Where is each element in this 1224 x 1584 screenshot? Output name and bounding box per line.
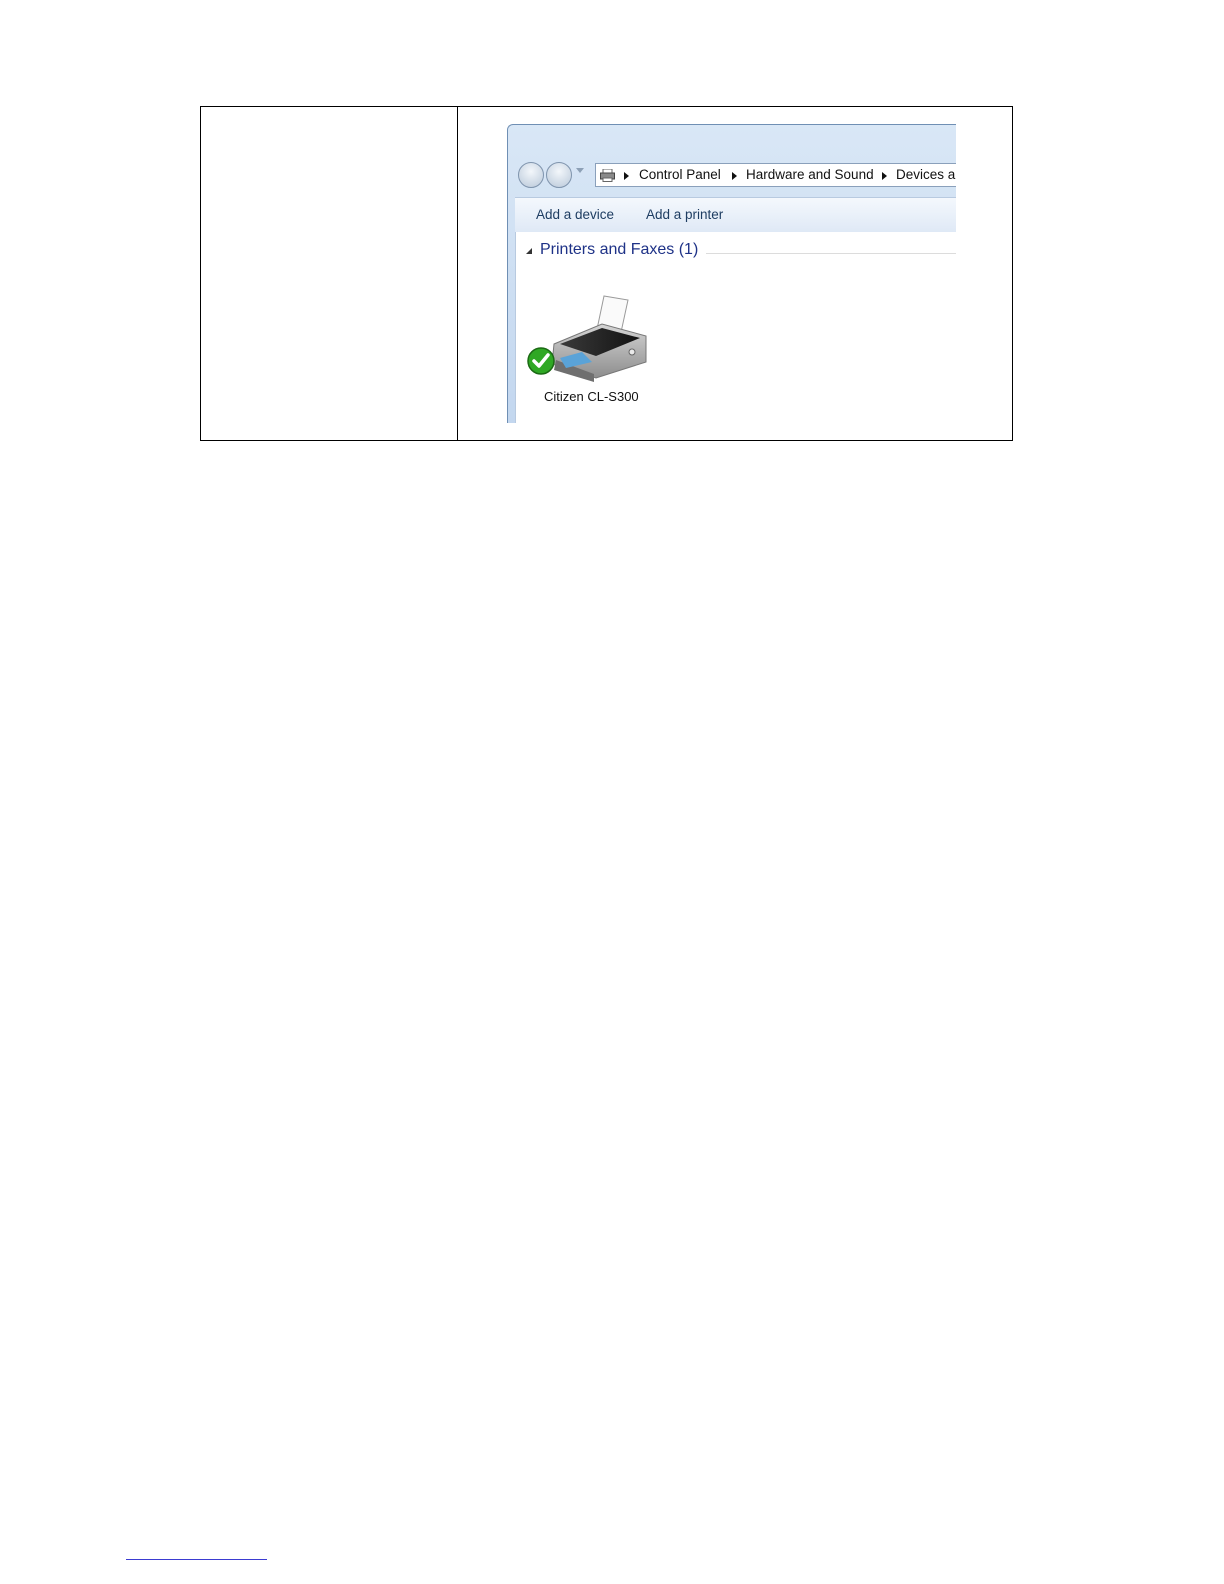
address-bar[interactable]: Control Panel Hardware and Sound Devices… bbox=[595, 163, 956, 187]
group-divider bbox=[706, 253, 956, 254]
device-tile[interactable]: Citizen CL-S300 bbox=[527, 292, 666, 422]
device-name[interactable]: Citizen CL-S300 bbox=[544, 389, 639, 404]
default-check-icon bbox=[527, 347, 555, 375]
breadcrumb-hardware-and-sound[interactable]: Hardware and Sound bbox=[746, 167, 874, 182]
back-button[interactable] bbox=[518, 162, 544, 188]
printer-folder-icon bbox=[600, 169, 615, 182]
table-cell-divider bbox=[457, 107, 458, 440]
breadcrumb-separator-icon[interactable] bbox=[882, 172, 887, 180]
screenshot-devices-and-printers: Control Panel Hardware and Sound Devices… bbox=[507, 124, 956, 423]
devices-content-pane: Printers and Faxes (1) Citizen CL-S300 bbox=[515, 232, 956, 423]
footnote-separator bbox=[126, 1559, 267, 1560]
recent-pages-icon[interactable] bbox=[576, 168, 584, 173]
forward-button[interactable] bbox=[546, 162, 572, 188]
explorer-window: Control Panel Hardware and Sound Devices… bbox=[507, 124, 956, 423]
collapse-group-icon[interactable] bbox=[526, 248, 532, 254]
group-title[interactable]: Printers and Faxes (1) bbox=[540, 241, 698, 259]
document-table: Control Panel Hardware and Sound Devices… bbox=[200, 106, 1013, 441]
breadcrumb-control-panel[interactable]: Control Panel bbox=[639, 167, 721, 182]
add-printer-button[interactable]: Add a printer bbox=[646, 207, 723, 222]
breadcrumb-separator-icon[interactable] bbox=[624, 172, 629, 180]
breadcrumb-separator-icon[interactable] bbox=[732, 172, 737, 180]
add-device-button[interactable]: Add a device bbox=[536, 207, 614, 222]
command-bar: Add a device Add a printer bbox=[515, 197, 956, 233]
breadcrumb-devices-and-printers[interactable]: Devices an bbox=[896, 167, 956, 182]
